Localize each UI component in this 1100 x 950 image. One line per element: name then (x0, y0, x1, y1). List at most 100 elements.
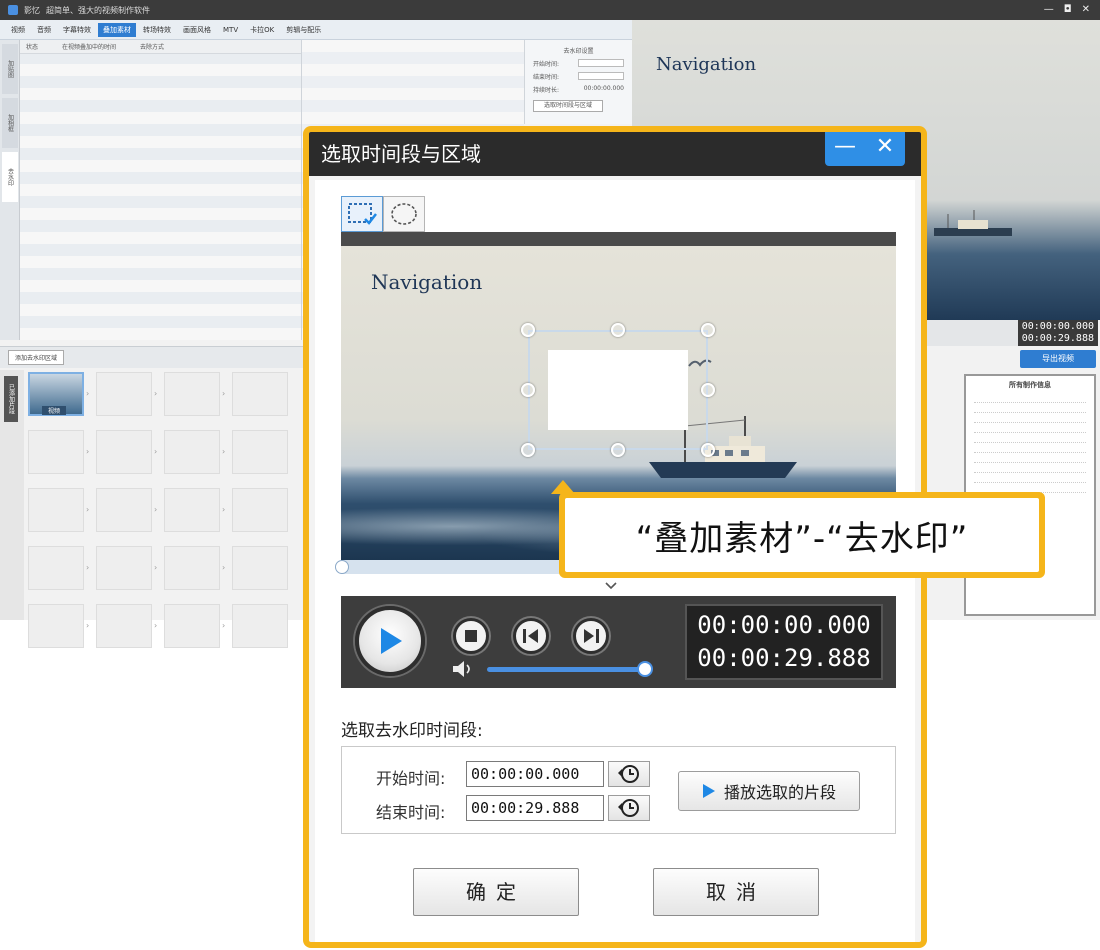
menu-tab-subtitle[interactable]: 字幕特效 (58, 23, 96, 37)
timeline-slot[interactable] (164, 372, 220, 416)
timeline-slot[interactable] (164, 488, 220, 532)
select-range-button[interactable]: 选取时间段与区域 (533, 100, 603, 112)
app-titlebar: 影忆 超简单、强大的视频制作软件 — ◘ ✕ (0, 0, 1100, 20)
play-button[interactable] (355, 606, 425, 676)
export-video-button[interactable]: 导出视频 (1020, 350, 1096, 368)
timeline-arrow-icon: › (222, 621, 226, 630)
resize-handle-right[interactable] (701, 383, 715, 397)
volume-slider-knob[interactable] (637, 661, 653, 677)
resize-handle-left[interactable] (521, 383, 535, 397)
main-preview-time-total: 00:00:29.888 (1021, 333, 1094, 344)
rect-select-icon[interactable] (341, 196, 383, 232)
app-close-icon[interactable]: ✕ (1082, 4, 1090, 15)
info-line (974, 436, 1086, 443)
resize-handle-bottom-left[interactable] (521, 443, 535, 457)
timeline-slot[interactable] (232, 604, 288, 648)
timeline-arrow-icon: › (86, 505, 90, 514)
timeline-slot[interactable] (164, 430, 220, 474)
player-controls: 00:00:00.000 00:00:29.888 (341, 596, 896, 688)
menu-tab-video[interactable]: 视频 (6, 23, 30, 37)
timeline-slot[interactable] (96, 430, 152, 474)
callout-collapse-tab[interactable] (561, 578, 661, 596)
timeline-arrow-icon: › (154, 447, 158, 456)
rail-item-sticker[interactable]: 加贴图 (2, 44, 18, 94)
end-time-field[interactable]: 00:00:29.888 (466, 795, 604, 821)
main-preview-title: Navigation (656, 54, 757, 75)
timeline-arrow-icon: › (86, 447, 90, 456)
menu-tab-audio[interactable]: 音频 (32, 23, 56, 37)
start-time-pick-button[interactable] (608, 761, 650, 787)
rail-item-frame[interactable]: 加相框 (2, 98, 18, 148)
clock-icon (618, 765, 639, 783)
next-frame-icon (584, 629, 599, 643)
app-restore-icon[interactable]: ◘ (1064, 4, 1072, 15)
timeline-slot[interactable] (164, 546, 220, 590)
timeline-slot[interactable] (28, 488, 84, 532)
resize-handle-top-left[interactable] (521, 323, 535, 337)
ok-button[interactable]: 确定 (413, 868, 579, 916)
watermark-selection-box[interactable] (528, 330, 708, 450)
playback-progress-knob[interactable] (335, 560, 349, 574)
start-time-field[interactable]: 00:00:00.000 (466, 761, 604, 787)
production-info-title: 所有制作信息 (1009, 381, 1051, 389)
timeline-slot[interactable] (232, 488, 288, 532)
select-range-dialog: 选取时间段与区域 — ✕ Navigation 00:00:00.000 00:… (303, 126, 1045, 948)
menu-tab-style[interactable]: 画面风格 (178, 23, 216, 37)
settings-start-field[interactable] (578, 59, 624, 67)
end-time-label: 结束时间: (376, 803, 446, 822)
timeline-slot[interactable] (28, 430, 84, 474)
volume-icon[interactable] (451, 660, 475, 678)
play-selected-segment-button[interactable]: 播放选取的片段 (678, 771, 860, 811)
next-frame-button[interactable] (573, 618, 609, 654)
resize-handle-bottom[interactable] (611, 443, 625, 457)
menu-tab-overlay[interactable]: 叠加素材 (98, 22, 136, 37)
timeline-slot[interactable] (164, 604, 220, 648)
volume-slider[interactable] (487, 667, 645, 672)
previous-frame-button[interactable] (513, 618, 549, 654)
info-line (974, 466, 1086, 473)
screenshot-stage: 影忆 超简单、强大的视频制作软件 — ◘ ✕ 视频 音频 字幕特效 叠加素材 转… (0, 0, 1100, 950)
menu-tab-transition[interactable]: 转场特效 (138, 23, 176, 37)
settings-duration-label: 持续时长: (533, 87, 560, 94)
cancel-button[interactable]: 取消 (653, 868, 819, 916)
app-logo-icon (8, 5, 18, 15)
close-icon[interactable]: ✕ (865, 132, 905, 166)
add-watermark-area-button[interactable]: 添加去水印区域 (8, 350, 65, 365)
settings-end-field[interactable] (578, 72, 624, 80)
play-selected-segment-label: 播放选取的片段 (723, 783, 836, 802)
timeline-slot[interactable] (232, 430, 288, 474)
timeline-arrow-icon: › (222, 505, 226, 514)
info-line (974, 416, 1086, 423)
ellipse-select-icon[interactable] (383, 196, 425, 232)
timeline-arrow-icon: › (154, 389, 158, 398)
timeline-slot[interactable] (96, 604, 152, 648)
menu-tab-karaoke[interactable]: 卡拉OK (245, 23, 279, 37)
timeline-slot[interactable] (28, 546, 84, 590)
rail-item-watermark[interactable]: 去水印 (2, 152, 18, 202)
timeline-slot[interactable] (232, 546, 288, 590)
menu-tab-edit[interactable]: 剪辑与配乐 (281, 23, 326, 37)
resize-handle-top[interactable] (611, 323, 625, 337)
timeline-arrow-icon: › (154, 621, 158, 630)
timeline-arrow-icon: › (86, 563, 90, 572)
timeline-rail-tab[interactable]: 已添加片段 (4, 376, 18, 422)
timeline-slot[interactable] (96, 546, 152, 590)
settings-end-row: 结束时间: (533, 72, 624, 81)
timeline-slot[interactable] (28, 604, 84, 648)
app-minimize-icon[interactable]: — (1044, 4, 1054, 15)
timeline-slot[interactable] (232, 372, 288, 416)
minimize-icon[interactable]: — (825, 132, 865, 166)
info-line (974, 406, 1086, 413)
menu-tab-mtv[interactable]: MTV (218, 24, 243, 36)
timeline-slot[interactable] (96, 372, 152, 416)
previous-frame-icon (523, 629, 538, 643)
timeline-clip-label: 视频 (42, 406, 67, 415)
stop-button[interactable] (453, 618, 489, 654)
timeline-slot[interactable] (96, 488, 152, 532)
resize-handle-top-right[interactable] (701, 323, 715, 337)
settings-duration-value: 00:00:00.000 (583, 85, 624, 92)
app-subtitle: 超简单、强大的视频制作软件 (46, 5, 150, 15)
end-time-pick-button[interactable] (608, 795, 650, 821)
timeline-arrow-icon: › (154, 505, 158, 514)
resize-handle-bottom-right[interactable] (701, 443, 715, 457)
